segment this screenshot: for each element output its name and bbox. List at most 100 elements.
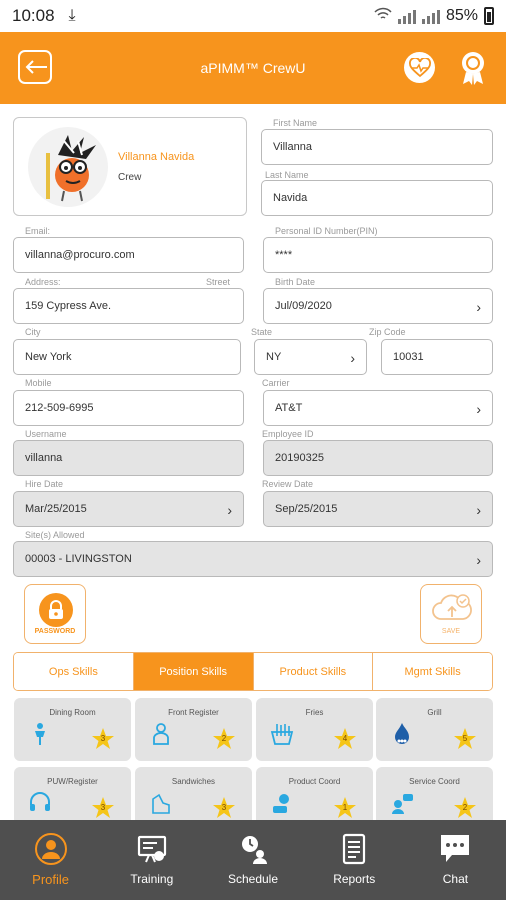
tab-position-skills[interactable]: Position Skills <box>133 653 254 690</box>
chevron-right-icon: › <box>476 502 481 518</box>
avatar[interactable] <box>28 127 108 207</box>
back-button[interactable] <box>18 50 52 84</box>
nav-profile[interactable]: Profile <box>0 820 101 900</box>
award-ribbon-icon <box>462 52 484 85</box>
state-label: State <box>251 327 273 337</box>
employee-id-value: 20190325 <box>275 452 324 464</box>
first-name-value: Villanna <box>273 141 312 153</box>
sites-select[interactable]: 00003 - LIVINGSTON › <box>13 541 493 577</box>
carrier-select[interactable]: AT&T › <box>263 390 493 426</box>
city-field[interactable]: New York <box>13 339 241 375</box>
sites-label: Site(s) Allowed <box>25 530 85 540</box>
username-field: villanna <box>13 440 244 476</box>
nav-label: Reports <box>333 872 376 886</box>
skill-level: 2 <box>221 734 227 743</box>
chevron-right-icon: › <box>227 502 232 518</box>
first-name-field[interactable]: Villanna <box>261 129 493 165</box>
skill-name: Product Coord <box>288 777 341 786</box>
save-button[interactable]: SAVE <box>420 584 482 644</box>
hire-date-value: Mar/25/2015 <box>25 503 87 515</box>
skill-card-dining-room[interactable]: Dining Room 3 <box>14 698 131 761</box>
nav-training[interactable]: Training <box>101 820 202 900</box>
status-indicators: 85% <box>374 7 494 26</box>
skill-level: 5 <box>462 734 468 743</box>
status-time: 10:08 <box>12 6 55 25</box>
email-field[interactable]: villanna@procuro.com <box>13 237 244 273</box>
battery-icon <box>484 7 494 25</box>
profile-icon <box>34 833 67 865</box>
chevron-right-icon: › <box>476 552 481 568</box>
last-name-value: Navida <box>273 192 308 204</box>
mobile-field[interactable]: 212-509-6995 <box>13 390 244 426</box>
review-date-field[interactable]: Sep/25/2015 › <box>263 491 493 527</box>
mobile-label: Mobile <box>25 378 52 388</box>
skill-name: Service Coord <box>409 777 460 786</box>
chevron-right-icon: › <box>476 299 481 315</box>
skill-level: 4 <box>342 734 348 743</box>
pin-field[interactable]: **** <box>263 237 493 273</box>
state-select[interactable]: NY › <box>254 339 367 375</box>
nav-chat[interactable]: Chat <box>405 820 506 900</box>
address-label: Address: <box>25 277 61 287</box>
pin-label: Personal ID Number(PIN) <box>275 226 378 236</box>
heart-pulse-icon <box>408 57 431 77</box>
headset-icon <box>30 792 50 811</box>
first-name-label: First Name <box>273 118 318 128</box>
birth-date-label: Birth Date <box>275 277 316 287</box>
chat-icon <box>441 835 470 862</box>
zip-field[interactable]: 10031 <box>381 339 493 375</box>
address-field[interactable]: 159 Cypress Ave. <box>13 288 244 324</box>
state-value: NY <box>266 351 282 363</box>
bottom-nav: Profile Training Schedule Reports Chat <box>0 820 506 900</box>
birth-date-value: Jul/09/2020 <box>275 300 332 312</box>
skill-name: Fries <box>305 708 324 717</box>
cashier-icon <box>153 723 169 745</box>
flame-icon <box>395 723 409 744</box>
training-icon <box>137 835 166 863</box>
nav-label: Chat <box>442 872 469 886</box>
street-label: Street <box>206 277 231 287</box>
wifi-icon <box>374 7 392 26</box>
mobile-value: 212-509-6995 <box>25 402 94 414</box>
nav-reports[interactable]: Reports <box>304 820 405 900</box>
profile-card: Villanna Navida Crew <box>13 117 247 216</box>
sandwich-icon <box>152 793 170 814</box>
tab-ops-skills[interactable]: Ops Skills <box>14 653 134 690</box>
award-button[interactable] <box>457 50 489 86</box>
skill-level: 3 <box>100 803 106 812</box>
avatar-mascot-icon <box>46 135 96 202</box>
hire-date-field[interactable]: Mar/25/2015 › <box>13 491 244 527</box>
nav-label: Profile <box>32 872 70 887</box>
employee-id-label: Employee ID <box>262 429 314 439</box>
coord-icon <box>273 794 289 813</box>
username-label: Username <box>25 429 67 439</box>
skill-card-front-register[interactable]: Front Register 2 <box>135 698 252 761</box>
signal-icon <box>397 8 416 24</box>
save-label: SAVE <box>441 628 461 635</box>
birth-date-field[interactable]: Jul/09/2020 › <box>263 288 493 324</box>
person-icon <box>35 723 45 745</box>
city-label: City <box>25 327 41 337</box>
carrier-label: Carrier <box>262 378 290 388</box>
skill-card-grill[interactable]: Grill 5 <box>376 698 493 761</box>
reports-icon <box>343 833 366 865</box>
tab-product-skills[interactable]: Product Skills <box>253 653 374 690</box>
download-icon: ⤓ <box>68 7 76 24</box>
tab-mgmt-skills[interactable]: Mgmt Skills <box>373 653 492 690</box>
service-icon <box>392 794 413 814</box>
skill-card-fries[interactable]: Fries 4 <box>256 698 373 761</box>
signal-2-icon <box>421 8 440 24</box>
address-value: 159 Cypress Ave. <box>25 300 112 312</box>
last-name-field[interactable]: Navida <box>261 180 493 216</box>
password-label: PASSWORD <box>34 628 76 635</box>
nav-label: Training <box>130 872 174 886</box>
hire-date-label: Hire Date <box>25 479 64 489</box>
nav-schedule[interactable]: Schedule <box>202 820 303 900</box>
battery-percent: 85% <box>445 7 478 24</box>
app-bar: aPIMM™ CrewU <box>0 32 506 104</box>
status-bar: 10:08 ⤓ 85% <box>0 0 506 32</box>
review-date-value: Sep/25/2015 <box>275 503 338 515</box>
heart-button[interactable] <box>404 52 435 83</box>
schedule-icon <box>242 836 267 864</box>
password-button[interactable]: PASSWORD <box>24 584 86 644</box>
